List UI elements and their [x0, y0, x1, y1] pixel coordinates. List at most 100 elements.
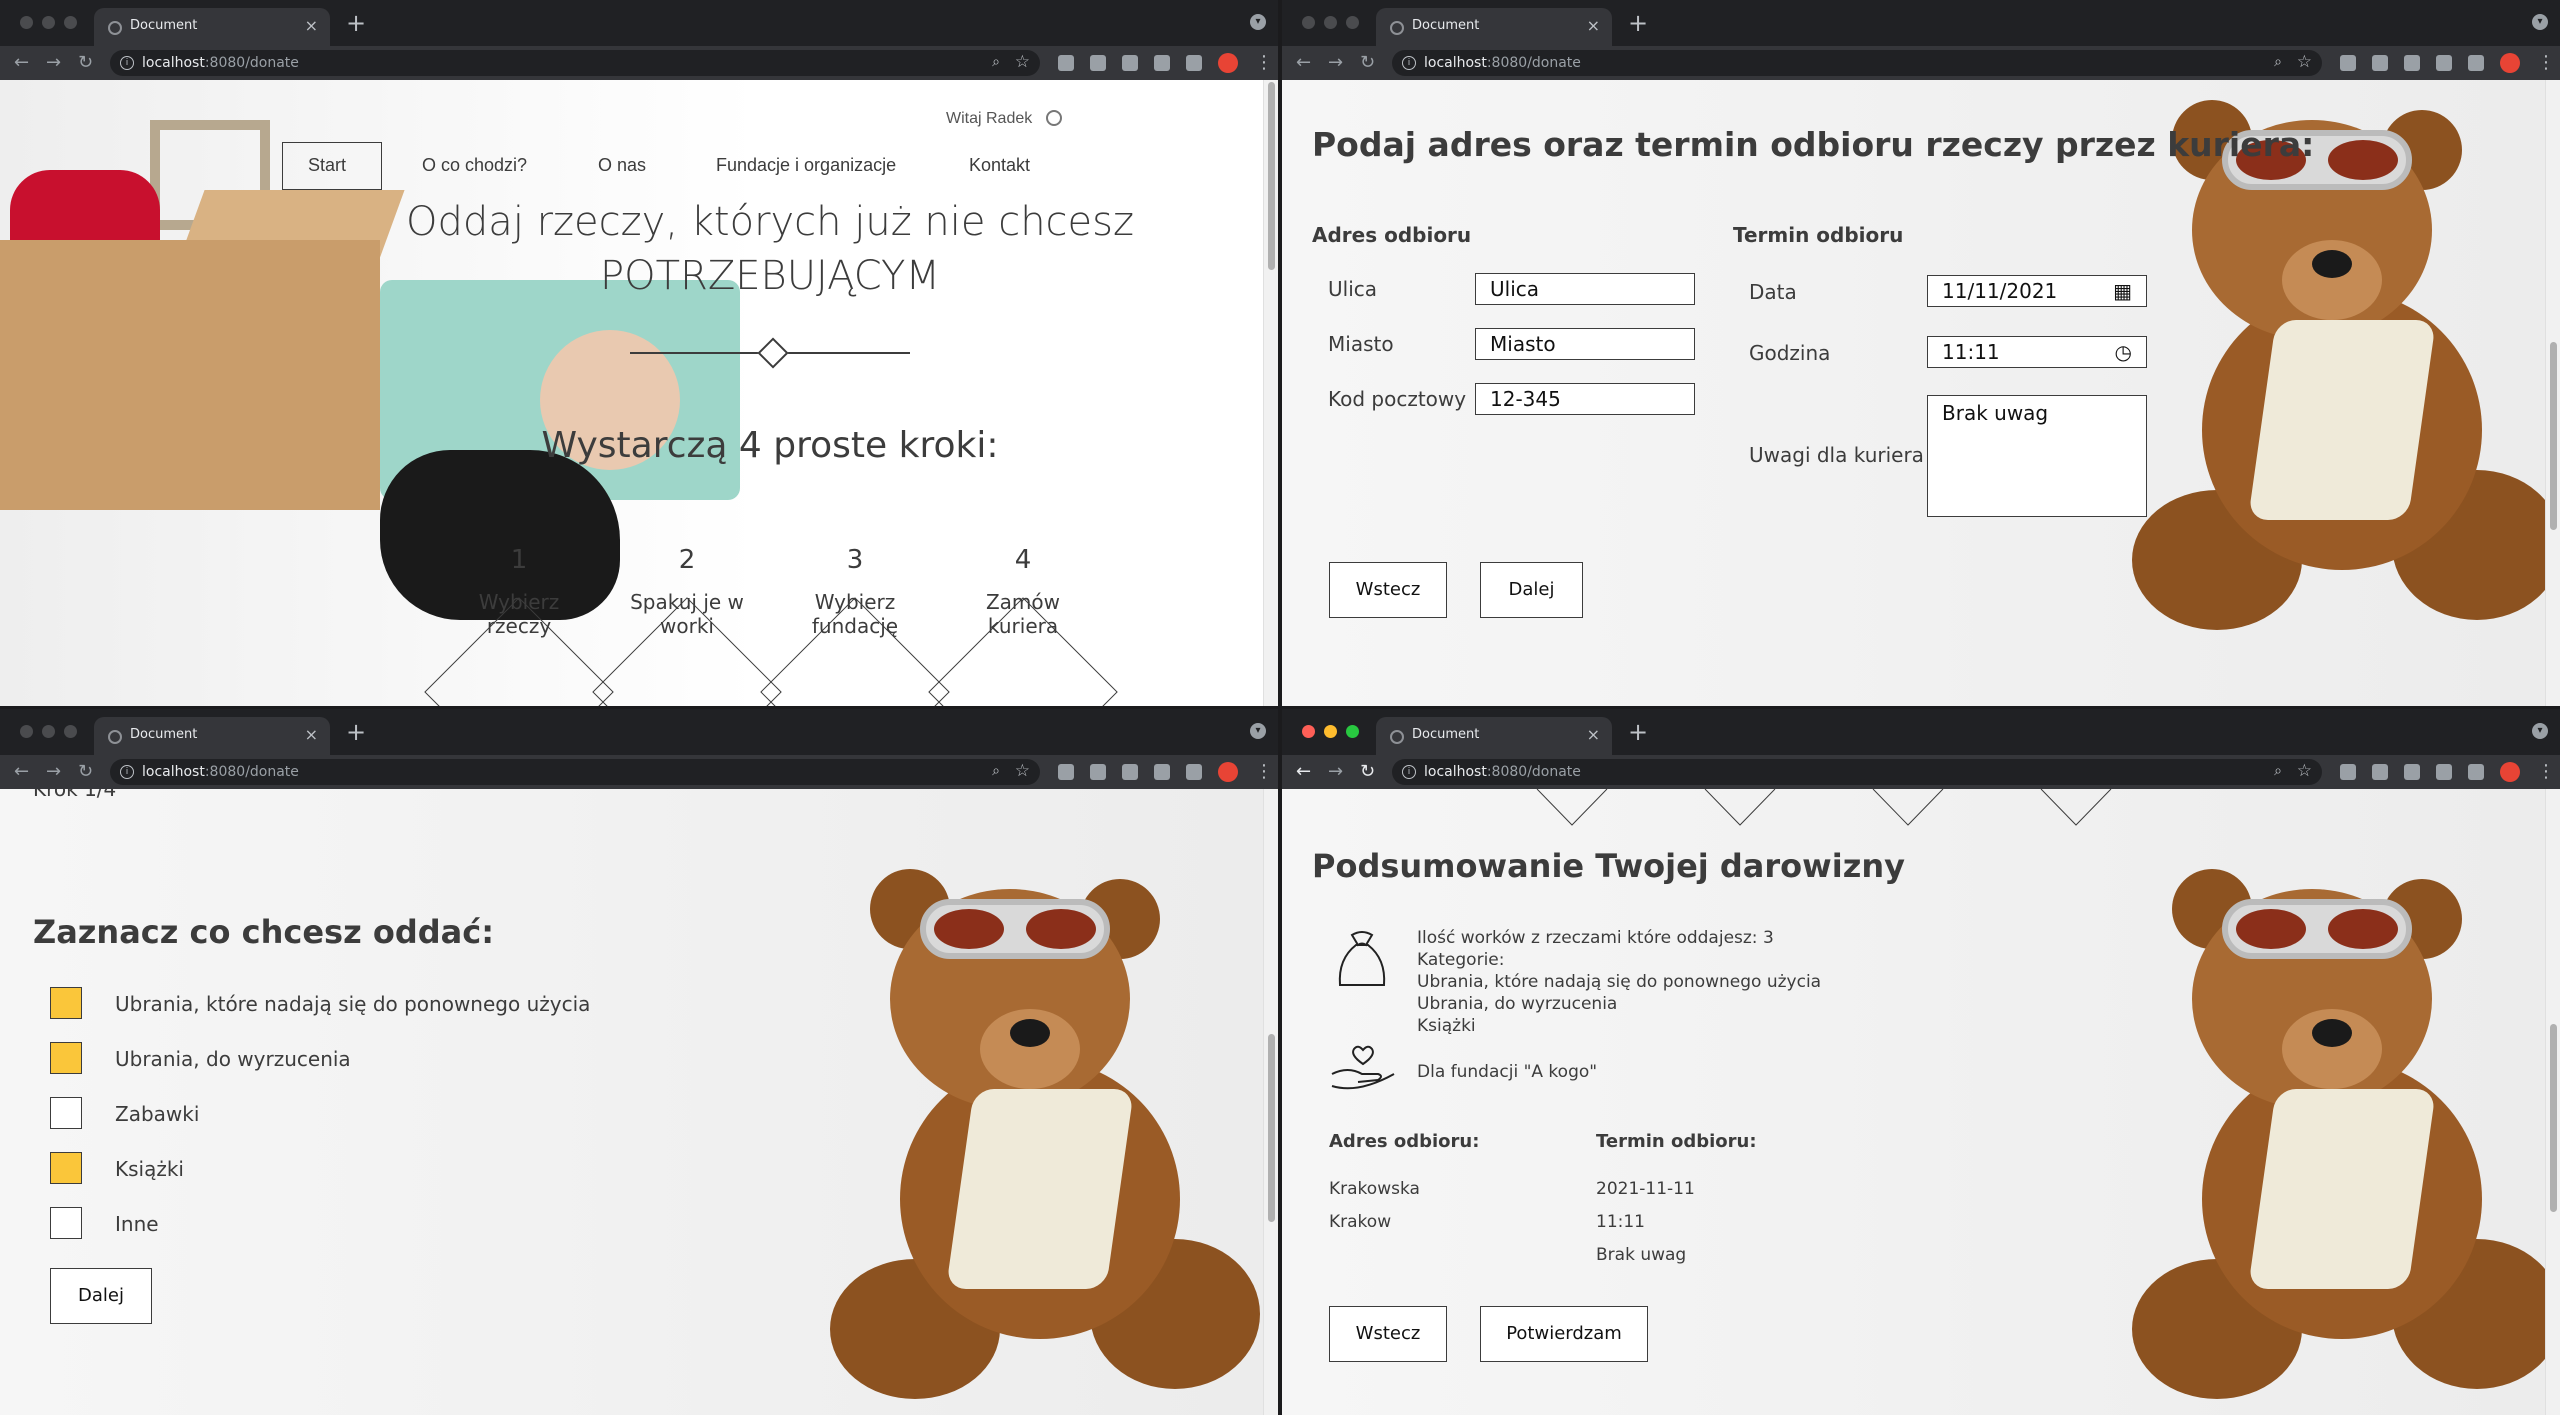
back-arrow-icon[interactable]: ← — [1296, 761, 1311, 782]
puzzle-icon[interactable] — [2468, 764, 2484, 780]
profile-avatar[interactable] — [1218, 53, 1238, 73]
forward-arrow-icon[interactable]: → — [46, 761, 61, 782]
address-bar[interactable]: i localhost:8080/donate ⌕ ☆ — [1392, 50, 2322, 76]
date-input[interactable]: 11/11/2021 ▦ — [1927, 275, 2147, 307]
profile-avatar[interactable] — [2500, 53, 2520, 73]
url-text[interactable]: localhost:8080/donate — [142, 55, 299, 71]
back-button[interactable]: Wstecz — [1329, 1306, 1447, 1362]
confirm-button[interactable]: Potwierdzam — [1480, 1306, 1648, 1362]
menu-kebab-icon[interactable]: ⋮ — [1255, 52, 1273, 73]
new-tab-button[interactable]: + — [346, 9, 366, 37]
next-button[interactable]: Dalej — [50, 1268, 152, 1324]
puzzle-icon[interactable] — [1186, 55, 1202, 71]
checkbox-label[interactable]: Ubrania, które nadają się do ponownego u… — [115, 992, 590, 1016]
reload-icon[interactable]: ↻ — [78, 761, 93, 782]
reload-icon[interactable]: ↻ — [78, 52, 93, 73]
address-bar[interactable]: i localhost:8080/donate ⌕ ☆ — [110, 50, 1040, 76]
back-button[interactable]: Wstecz — [1329, 562, 1447, 618]
menu-item-start[interactable]: Start — [308, 155, 346, 176]
tab-close-icon[interactable]: × — [1587, 16, 1600, 35]
new-tab-button[interactable]: + — [1628, 9, 1648, 37]
forward-arrow-icon[interactable]: → — [1328, 761, 1343, 782]
menu-kebab-icon[interactable]: ⋮ — [1255, 761, 1273, 782]
extension-icon[interactable] — [2436, 55, 2452, 71]
extension-icon[interactable] — [2340, 764, 2356, 780]
zoom-icon[interactable]: ⌕ — [2274, 54, 2282, 70]
info-icon[interactable]: i — [1402, 765, 1416, 779]
zoom-icon[interactable]: ⌕ — [2274, 763, 2282, 779]
window-controls[interactable] — [20, 16, 77, 29]
settings-gear-icon[interactable] — [1046, 110, 1062, 126]
extension-icon[interactable] — [2436, 764, 2452, 780]
extension-icon[interactable] — [2404, 764, 2420, 780]
extension-icon[interactable] — [1122, 55, 1138, 71]
tab-search-icon[interactable]: ▾ — [1250, 14, 1266, 30]
window-controls[interactable] — [20, 725, 77, 738]
zoom-icon[interactable]: ⌕ — [992, 54, 1000, 70]
checkbox[interactable] — [50, 1207, 82, 1239]
street-input[interactable]: Ulica — [1475, 273, 1695, 305]
menu-item-foundations[interactable]: Fundacje i organizacje — [716, 155, 896, 176]
menu-kebab-icon[interactable]: ⋮ — [2537, 761, 2555, 782]
info-icon[interactable]: i — [1402, 56, 1416, 70]
back-arrow-icon[interactable]: ← — [14, 52, 29, 73]
reload-icon[interactable]: ↻ — [1360, 52, 1375, 73]
browser-tab[interactable]: Document × — [1376, 8, 1612, 46]
clock-icon[interactable]: ◷ — [2115, 337, 2132, 367]
new-tab-button[interactable]: + — [1628, 718, 1648, 746]
checkbox[interactable] — [50, 1152, 82, 1184]
checkbox-label[interactable]: Inne — [115, 1212, 159, 1236]
checkbox[interactable] — [50, 1097, 82, 1129]
info-icon[interactable]: i — [120, 765, 134, 779]
tab-close-icon[interactable]: × — [305, 16, 318, 35]
forward-arrow-icon[interactable]: → — [1328, 52, 1343, 73]
tab-search-icon[interactable]: ▾ — [1250, 723, 1266, 739]
time-input[interactable]: 11:11 ◷ — [1927, 336, 2147, 368]
checkbox[interactable] — [50, 987, 82, 1019]
bookmark-star-icon[interactable]: ☆ — [1015, 52, 1030, 72]
menu-item-contact[interactable]: Kontakt — [969, 155, 1030, 176]
menu-kebab-icon[interactable]: ⋮ — [2537, 52, 2555, 73]
extension-icon[interactable] — [1090, 55, 1106, 71]
extension-icon[interactable] — [1154, 764, 1170, 780]
browser-tab[interactable]: Document × — [94, 8, 330, 46]
extension-icon[interactable] — [1090, 764, 1106, 780]
menu-item-us[interactable]: O nas — [598, 155, 646, 176]
menu-item-about[interactable]: O co chodzi? — [422, 155, 527, 176]
city-input[interactable]: Miasto — [1475, 328, 1695, 360]
bookmark-star-icon[interactable]: ☆ — [2297, 761, 2312, 781]
info-icon[interactable]: i — [120, 56, 134, 70]
checkbox-label[interactable]: Zabawki — [115, 1102, 199, 1126]
tab-search-icon[interactable]: ▾ — [2532, 14, 2548, 30]
scrollbar[interactable] — [1263, 80, 1278, 706]
address-bar[interactable]: i localhost:8080/donate ⌕ ☆ — [1392, 759, 2322, 785]
url-text[interactable]: localhost:8080/donate — [142, 764, 299, 780]
zip-input[interactable]: 12-345 — [1475, 383, 1695, 415]
extension-icon[interactable] — [1122, 764, 1138, 780]
url-text[interactable]: localhost:8080/donate — [1424, 764, 1581, 780]
checkbox-label[interactable]: Ubrania, do wyrzucenia — [115, 1047, 351, 1071]
tab-search-icon[interactable]: ▾ — [2532, 723, 2548, 739]
next-button[interactable]: Dalej — [1480, 562, 1583, 618]
url-text[interactable]: localhost:8080/donate — [1424, 55, 1581, 71]
zoom-icon[interactable]: ⌕ — [992, 763, 1000, 779]
checkbox-label[interactable]: Książki — [115, 1157, 184, 1181]
tab-close-icon[interactable]: × — [1587, 725, 1600, 744]
scrollbar[interactable] — [2545, 80, 2560, 706]
bookmark-star-icon[interactable]: ☆ — [1015, 761, 1030, 781]
back-arrow-icon[interactable]: ← — [1296, 52, 1311, 73]
checkbox[interactable] — [50, 1042, 82, 1074]
puzzle-icon[interactable] — [2468, 55, 2484, 71]
address-bar[interactable]: i localhost:8080/donate ⌕ ☆ — [110, 759, 1040, 785]
window-controls[interactable] — [1302, 16, 1359, 29]
calendar-icon[interactable]: ▦ — [2113, 276, 2132, 306]
bookmark-star-icon[interactable]: ☆ — [2297, 52, 2312, 72]
scrollbar[interactable] — [1263, 789, 1278, 1415]
back-arrow-icon[interactable]: ← — [14, 761, 29, 782]
extension-icon[interactable] — [1154, 55, 1170, 71]
profile-avatar[interactable] — [2500, 762, 2520, 782]
puzzle-icon[interactable] — [1186, 764, 1202, 780]
new-tab-button[interactable]: + — [346, 718, 366, 746]
extension-icon[interactable] — [2404, 55, 2420, 71]
extension-icon[interactable] — [2372, 55, 2388, 71]
